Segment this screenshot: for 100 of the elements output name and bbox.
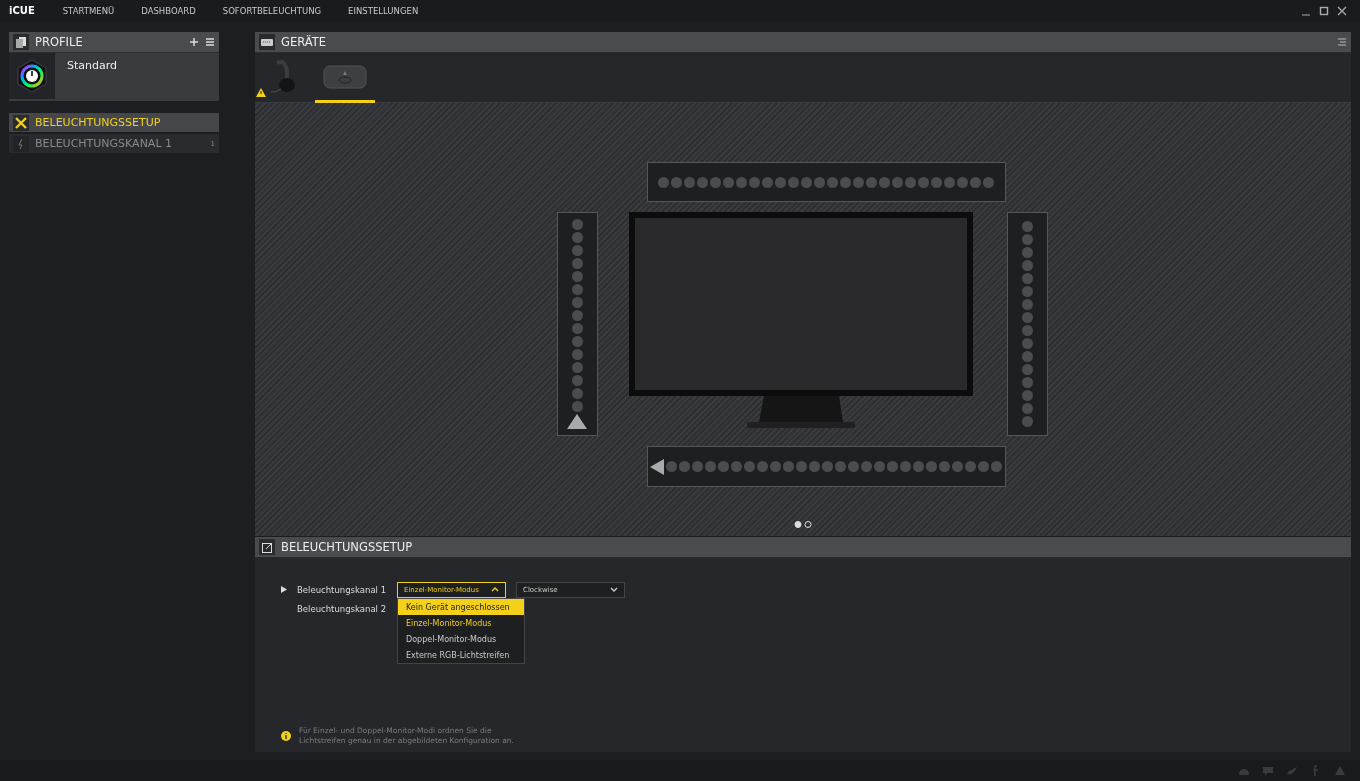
nav-tab[interactable]: SOFORTBELEUCHTUNG [222,5,322,16]
led-dot [571,244,583,256]
led-dot [931,176,942,188]
led-dot [571,257,583,269]
led-dot [731,461,742,472]
led-dot [571,231,583,243]
menu-option[interactable]: Doppel-Monitor-Modus [398,631,524,647]
led-dot [783,461,794,472]
led-dot [1021,364,1033,375]
nav-tab[interactable]: EINSTELLUNGEN [348,5,419,16]
lighting-hub-icon [323,64,367,89]
led-dot [571,361,583,373]
led-dot [827,176,838,188]
led-dot [978,461,989,472]
profile-card[interactable]: Standard [9,53,219,101]
up-arrow-icon [567,413,587,430]
led-dot [952,461,963,472]
led-dot [866,176,877,188]
menu-option[interactable]: Einzel-Monitor-Modus [398,615,524,631]
led-dot [679,461,690,472]
panel-title: BELEUCHTUNGSSETUP [281,540,413,554]
led-dot [788,176,799,188]
led-dot [926,461,937,472]
led-dot [939,461,950,472]
led-dot [666,461,677,472]
led-dot [571,309,583,321]
led-dot [892,176,903,188]
led-dot [1021,416,1033,427]
led-dot [718,461,729,472]
led-dot [840,176,851,188]
led-dot [1021,325,1033,336]
led-dot [671,176,682,188]
led-dot [1021,312,1033,323]
channel-label: Beleuchtungskanal 2 [297,603,388,614]
led-dot [822,461,833,472]
led-dot [571,335,583,347]
caret-icon [610,587,618,592]
led-dot [983,176,994,188]
app-logo: iCUE [9,5,35,16]
led-dot [957,176,968,188]
led-dot [762,176,773,188]
sidebar-item[interactable]: BELEUCHTUNGSSETUP [9,113,219,132]
led-dot [905,176,916,188]
plus-icon[interactable] [189,37,199,47]
nav-tab[interactable]: DASHBOARD [141,5,196,16]
led-dot [1021,403,1033,414]
led-dot [571,400,583,412]
led-dot [744,461,755,472]
led-dot [809,461,820,472]
led-dot [571,374,583,386]
led-dot [1021,260,1033,271]
led-dot [796,461,807,472]
caret-icon [491,587,499,592]
menu-icon[interactable] [205,37,215,47]
led-dot [710,176,721,188]
led-dot [571,387,583,399]
led-dot [571,322,583,334]
expand-arrow-icon[interactable] [281,586,287,593]
led-dot [918,176,929,188]
led-dot [770,461,781,472]
menu-option[interactable]: Externe RGB-Lichtstreifen [398,647,524,663]
led-dot [571,218,583,230]
close-icon[interactable] [1336,4,1348,17]
led-dot [1021,247,1033,258]
led-dot [571,296,583,308]
led-dot [658,176,669,188]
menu-icon[interactable] [1337,37,1347,47]
lightning-icon [13,135,29,152]
panel-title: PROFILE [35,35,84,49]
led-dot [853,176,864,188]
led-dot [848,461,859,472]
led-dot [1021,351,1033,362]
led-dot [705,461,716,472]
led-dot [801,176,812,188]
channel-label: Beleuchtungskanal 1 [297,584,388,595]
led-dot [1021,273,1033,284]
led-dot [684,176,695,188]
led-dot [835,461,846,472]
led-dot [1021,234,1033,245]
led-dot [571,270,583,282]
maximize-icon[interactable] [1318,4,1330,17]
led-dot [736,176,747,188]
led-dot [749,176,760,188]
led-dot [887,461,898,472]
led-dot [775,176,786,188]
led-dot [970,176,981,188]
led-dot [879,176,890,188]
led-dot [913,461,924,472]
led-dot [571,283,583,295]
page-dot[interactable] [794,521,802,528]
led-dot [874,461,885,472]
hexagon-logo-icon [16,59,48,93]
led-dot [965,461,976,472]
nav-tab[interactable]: STARTMENÜ [62,5,115,16]
menu-option[interactable]: Kein Gerät angeschlossen [398,599,524,615]
tools-icon [13,114,29,131]
led-dot [944,176,955,188]
led-dot [991,461,1002,472]
led-dot [900,461,911,472]
led-dot [1021,221,1033,232]
